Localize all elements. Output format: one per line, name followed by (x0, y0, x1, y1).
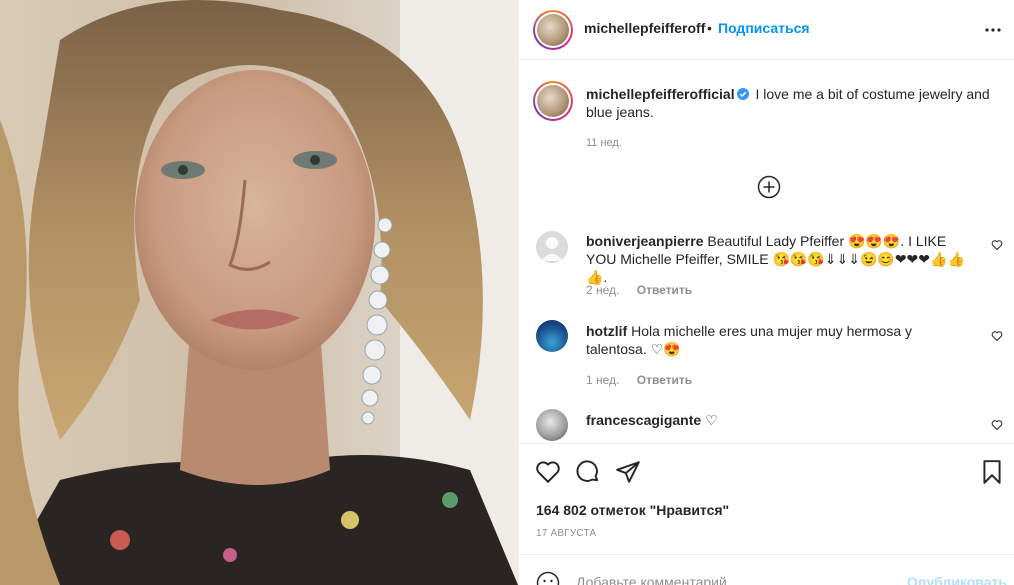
emoji-icon[interactable] (536, 571, 560, 585)
publish-button[interactable]: Опубликовать (907, 574, 1007, 585)
add-comment-bar: Опубликовать (519, 554, 1014, 585)
comment-time: 2 нед. (586, 283, 620, 297)
verified-badge-icon (736, 88, 749, 100)
likes-count[interactable]: 164 802 отметок "Нравится" (536, 502, 729, 518)
comments-section[interactable]: michellepfeifferofficial I love me a bit… (519, 61, 1014, 444)
heart-icon[interactable] (991, 239, 1003, 251)
comment-avatar[interactable] (536, 231, 568, 263)
comment-text: Hola michelle eres una mujer muy hermosa… (586, 323, 912, 357)
heart-icon[interactable] (991, 330, 1003, 342)
ellipsis-icon[interactable] (981, 18, 1005, 42)
post-header: michellepfeifferoff • Подписаться (519, 0, 1014, 60)
heart-icon[interactable] (991, 419, 1003, 431)
comment-username[interactable]: boniverjeanpierre (586, 233, 704, 249)
action-bar (519, 457, 1014, 491)
comment-username[interactable]: francescagigante (586, 412, 701, 428)
comment-time: 1 нед. (586, 373, 620, 387)
comment-text: ♡ (705, 412, 718, 428)
caption-time: 11 нед. (586, 137, 622, 149)
follow-button[interactable]: Подписаться (718, 20, 810, 36)
author-avatar[interactable] (533, 10, 573, 50)
comment-avatar[interactable] (536, 409, 568, 441)
like-heart-icon[interactable] (535, 459, 561, 485)
post-photo[interactable] (0, 0, 518, 585)
comment-username[interactable]: hotzlif (586, 323, 627, 339)
comment-input[interactable] (576, 571, 906, 585)
save-bookmark-icon[interactable] (979, 459, 1005, 485)
comment-bubble-icon[interactable] (575, 459, 601, 485)
post-panel: michellepfeifferoff • Подписаться michel… (518, 0, 1014, 585)
share-paper-plane-icon[interactable] (615, 459, 641, 485)
comment-avatar[interactable] (536, 320, 568, 352)
author-username[interactable]: michellepfeifferoff (584, 20, 705, 36)
caption-username[interactable]: michellepfeifferofficial (586, 86, 735, 102)
load-more-comments-icon[interactable] (757, 175, 781, 199)
caption-avatar[interactable] (533, 81, 573, 121)
separator-dot: • (707, 20, 712, 36)
reply-button[interactable]: Ответить (637, 283, 692, 297)
reply-button[interactable]: Ответить (637, 373, 692, 387)
post-date[interactable]: 17 августа (536, 528, 596, 539)
portrait-image (0, 0, 518, 585)
